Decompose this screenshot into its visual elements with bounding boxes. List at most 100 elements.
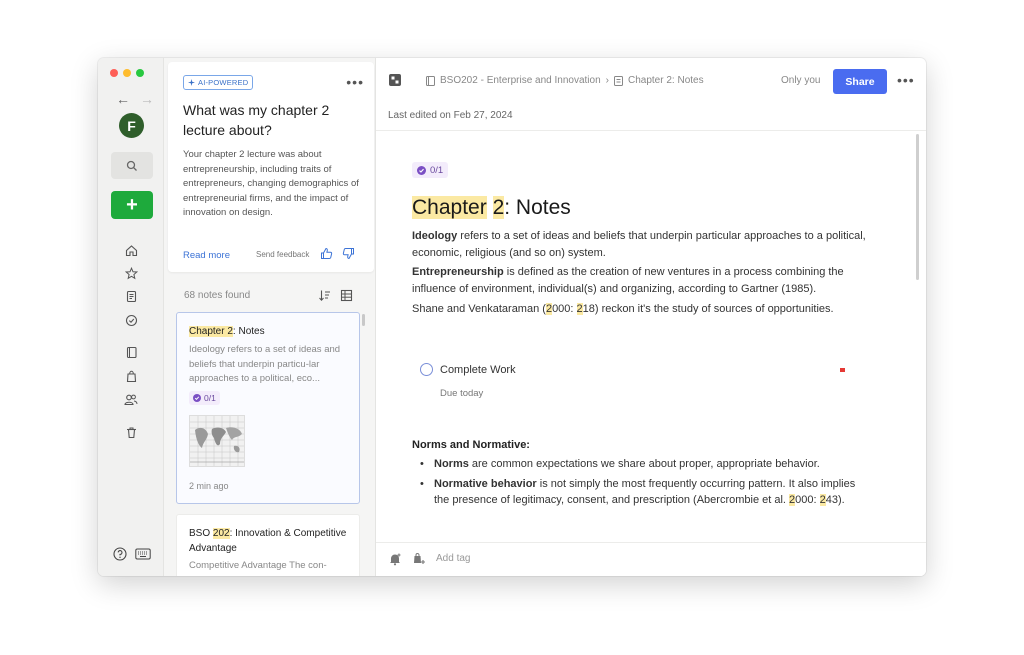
minimize-window-button[interactable] bbox=[123, 69, 131, 77]
notes-list-scrollbar[interactable] bbox=[362, 314, 365, 326]
term-entrepreneurship: Entrepreneurship bbox=[412, 266, 504, 278]
note-card-preview: Ideology refers to a set of ideas and be… bbox=[189, 344, 341, 384]
notes-icon[interactable] bbox=[123, 288, 139, 304]
tasks-icon[interactable] bbox=[123, 312, 139, 328]
window-controls bbox=[110, 69, 144, 77]
sparkle-icon bbox=[188, 79, 195, 86]
breadcrumb-notebook[interactable]: BSO202 - Enterprise and Innovation bbox=[440, 75, 601, 86]
add-tag-icon[interactable] bbox=[412, 552, 426, 566]
title-highlight-2: 2 bbox=[492, 196, 505, 219]
sort-icon[interactable] bbox=[318, 289, 331, 302]
star-icon[interactable] bbox=[123, 265, 139, 281]
paragraph-shane[interactable]: Shane and Venkataraman (2000: 218) recko… bbox=[412, 301, 882, 318]
visibility-label[interactable]: Only you bbox=[781, 75, 820, 86]
note-icon bbox=[614, 75, 623, 86]
expand-icon[interactable] bbox=[388, 73, 402, 87]
list-item[interactable]: Norms are common expectations we share a… bbox=[416, 456, 866, 473]
zoom-window-button[interactable] bbox=[136, 69, 144, 77]
note-card[interactable]: BSO 202: Innovation & Competitive Advant… bbox=[176, 514, 360, 576]
ai-answer: Your chapter 2 lecture was about entrepr… bbox=[183, 149, 359, 218]
note-title-pre: BSO bbox=[189, 528, 213, 539]
list-tools bbox=[318, 289, 353, 302]
history-nav: ← → bbox=[116, 91, 154, 107]
editor-footer: Add tag bbox=[376, 542, 926, 576]
breadcrumb-note[interactable]: Chapter 2: Notes bbox=[628, 75, 704, 86]
keyboard-icon[interactable] bbox=[135, 548, 151, 560]
app-window: ← → F + AI-POWERED ••• What was my chapt… bbox=[98, 58, 926, 576]
reminder-bell-icon[interactable] bbox=[388, 552, 402, 566]
task-progress-label: 0/1 bbox=[204, 393, 216, 403]
last-edited: Last edited on Feb 27, 2024 bbox=[388, 110, 513, 121]
ideology-text: refers to a set of ideas and beliefs tha… bbox=[412, 230, 866, 259]
ai-powered-badge: AI-POWERED bbox=[183, 75, 254, 90]
note-title-rest: : Notes bbox=[232, 326, 265, 337]
title-rest: : Notes bbox=[504, 196, 571, 219]
note-card-selected[interactable]: Chapter 2: Notes Ideology refers to a se… bbox=[176, 312, 360, 504]
paragraph-ideology[interactable]: Ideology refers to a set of ideas and be… bbox=[412, 228, 882, 261]
shane-text-e: 18) reckon it's the study of sources of … bbox=[582, 303, 834, 315]
note-thumbnail bbox=[189, 415, 245, 467]
avatar[interactable]: F bbox=[119, 113, 144, 138]
ai-question: What was my chapter 2 lecture about? bbox=[183, 102, 330, 138]
note-card-title: BSO 202: Innovation & Competitive Advant… bbox=[189, 526, 351, 556]
notebook-icon[interactable] bbox=[123, 344, 139, 360]
task-checkbox[interactable] bbox=[420, 363, 433, 376]
note-title[interactable]: Chapter 2: Notes bbox=[412, 194, 571, 222]
note-card-title: Chapter 2: Notes bbox=[189, 324, 265, 339]
ai-more-icon[interactable]: ••• bbox=[346, 74, 364, 90]
norms-text: are common expectations we share about p… bbox=[468, 458, 820, 470]
editor-scrollbar[interactable] bbox=[916, 134, 919, 280]
share-button[interactable]: Share bbox=[833, 69, 887, 94]
task-item[interactable]: Complete Work bbox=[420, 363, 516, 376]
notebook-icon bbox=[426, 75, 435, 86]
task-due: Due today bbox=[440, 388, 484, 399]
title-highlight-1: Chapter bbox=[412, 196, 487, 219]
thumbs-up-icon[interactable] bbox=[320, 247, 333, 260]
task-progress-badge[interactable]: 0/1 bbox=[412, 162, 449, 178]
help-icon[interactable] bbox=[113, 547, 127, 561]
ai-answer-card: AI-POWERED ••• What was my chapter 2 lec… bbox=[168, 62, 374, 272]
add-tag-input[interactable]: Add tag bbox=[436, 553, 470, 564]
back-arrow-icon[interactable]: ← bbox=[116, 91, 130, 107]
chevron-right-icon: › bbox=[605, 75, 609, 86]
list-item[interactable]: Normative behavior is not simply the mos… bbox=[416, 476, 866, 509]
normative-end: 43). bbox=[825, 494, 845, 506]
note-title-highlight: 202 bbox=[212, 528, 230, 539]
map-thumbnail-icon bbox=[190, 416, 244, 466]
shane-text-c: 000: bbox=[552, 303, 577, 315]
shane-text-a: Shane and Venkataraman ( bbox=[412, 303, 546, 315]
paragraph-entrepreneurship[interactable]: Entrepreneurship is defined as the creat… bbox=[412, 264, 882, 297]
search-button[interactable] bbox=[111, 152, 153, 179]
task-progress-label: 0/1 bbox=[430, 164, 444, 176]
left-rail: ← → F + bbox=[98, 58, 164, 576]
tag-icon[interactable] bbox=[123, 368, 139, 384]
footer-icons bbox=[388, 552, 426, 566]
close-window-button[interactable] bbox=[110, 69, 118, 77]
note-card-time: 2 min ago bbox=[189, 481, 229, 491]
shared-icon[interactable] bbox=[123, 391, 139, 407]
divider bbox=[376, 130, 926, 131]
check-circle-icon bbox=[193, 394, 201, 402]
note-title-highlight: Chapter 2 bbox=[189, 326, 233, 337]
home-icon[interactable] bbox=[123, 242, 139, 258]
rail-bottom bbox=[113, 547, 151, 561]
breadcrumb: BSO202 - Enterprise and Innovation › Cha… bbox=[426, 75, 704, 86]
more-options-icon[interactable]: ••• bbox=[897, 72, 915, 88]
editor-toolbar: BSO202 - Enterprise and Innovation › Cha… bbox=[376, 58, 926, 103]
search-icon bbox=[126, 160, 137, 171]
view-grid-icon[interactable] bbox=[340, 289, 353, 302]
normative-mid: 000: bbox=[795, 494, 820, 506]
check-circle-icon bbox=[417, 165, 426, 175]
trash-icon[interactable] bbox=[123, 424, 139, 440]
task-flag-icon[interactable] bbox=[840, 368, 845, 372]
norms-heading[interactable]: Norms and Normative: bbox=[412, 439, 530, 451]
forward-arrow-icon[interactable]: → bbox=[140, 91, 154, 107]
feedback-buttons bbox=[320, 247, 355, 260]
thumbs-down-icon[interactable] bbox=[342, 247, 355, 260]
norms-list: Norms are common expectations we share a… bbox=[416, 456, 866, 512]
new-note-button[interactable]: + bbox=[111, 191, 153, 219]
read-more-link[interactable]: Read more bbox=[183, 250, 230, 261]
task-progress-badge: 0/1 bbox=[189, 391, 220, 405]
note-editor: BSO202 - Enterprise and Innovation › Cha… bbox=[375, 58, 926, 576]
term-normative-behavior: Normative behavior bbox=[434, 477, 537, 490]
